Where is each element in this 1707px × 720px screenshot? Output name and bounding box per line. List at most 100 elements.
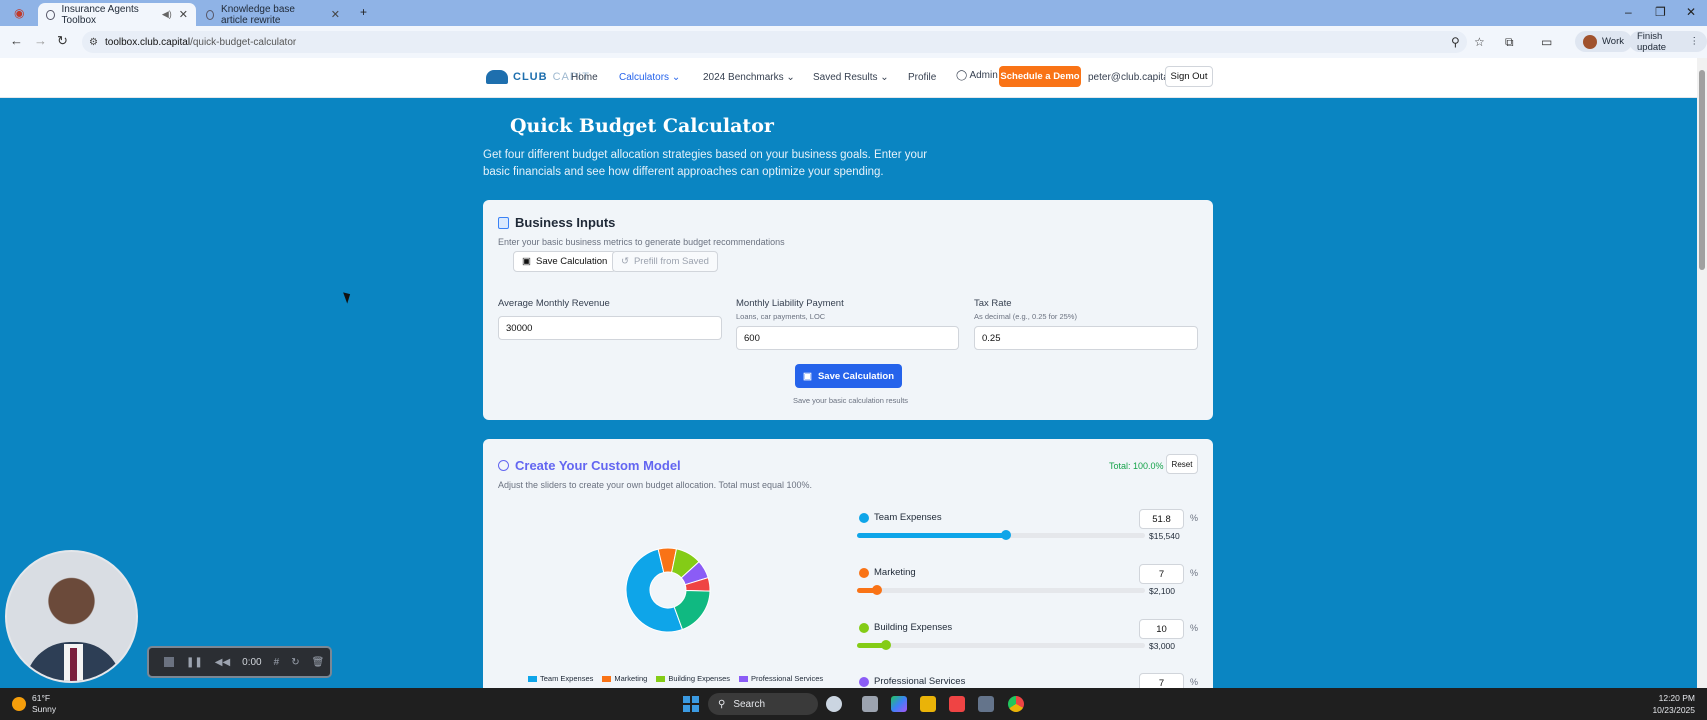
close-tab-icon[interactable]: ✕ [179,8,188,21]
task-app-icon[interactable] [826,696,842,712]
temperature: 61°F [32,693,51,703]
slider-label: Marketing [874,567,916,578]
chart-legend: Team Expenses Marketing Building Expense… [528,674,823,683]
chevron-down-icon: ⌄ [671,72,681,83]
color-dot-icon [859,623,869,633]
tab-insurance-agents[interactable]: Insurance Agents Toolbox ◀) ✕ [38,3,196,26]
percent-input[interactable]: 7 [1139,564,1184,584]
nav-label: 2024 Benchmarks [703,72,784,83]
logo-text: CLUB [513,71,548,83]
taskbar-search[interactable]: ⚲ Search [708,693,818,715]
forward-icon[interactable]: → [34,33,47,48]
tax-rate-hint: As decimal (e.g., 0.25 for 25%) [974,312,1077,321]
card-title-text: Business Inputs [515,215,616,230]
custom-model-title: Create Your Custom Model [498,458,681,473]
page-description: Get four different budget allocation str… [483,149,928,178]
pause-icon[interactable]: ❚❚ [186,657,203,668]
globe-icon [206,9,215,20]
nav-calculators[interactable]: Calculators ⌄ [619,72,680,83]
weather-widget[interactable]: 61°F Sunny [12,693,56,715]
zoom-icon[interactable]: ⚲ [1451,35,1460,49]
chrome-icon[interactable] [1008,696,1024,712]
slider-track[interactable] [857,585,1145,595]
trash-icon[interactable]: 🗑 [312,657,325,668]
sign-out-button[interactable]: Sign Out [1165,66,1213,87]
recording-time: 0:00 [242,656,262,668]
bookmark-star-icon[interactable]: ☆ [1474,35,1485,49]
legend-item: Team Expenses [528,674,593,683]
pie-chart-icon [498,460,509,471]
percent-symbol: % [1190,513,1199,523]
slider-track[interactable] [857,640,1145,650]
tab-title: Insurance Agents Toolbox [61,3,139,26]
profile-label: Work [1602,36,1624,47]
copilot-icon[interactable] [891,696,907,712]
total-percent: Total: 100.0% [1109,461,1164,471]
new-tab-icon[interactable]: + [360,5,367,19]
windows-start-icon[interactable] [683,696,699,712]
button-label: Save Calculation [817,370,894,382]
percent-input[interactable]: 10 [1139,619,1184,639]
business-inputs-subtitle: Enter your basic business metrics to gen… [498,237,785,247]
reload-icon[interactable]: ↻ [57,33,68,49]
slider-thumb[interactable] [1001,530,1012,540]
revenue-input[interactable]: 30000 [498,316,722,340]
rewind-icon[interactable]: ◀◀ [215,657,230,668]
back-icon[interactable]: ← [10,33,23,48]
url-host: toolbox.club.capital [105,36,191,48]
app-icon[interactable] [949,696,965,712]
close-tab-icon[interactable]: ✕ [331,8,340,21]
nav-saved-results[interactable]: Saved Results ⌄ [813,72,889,83]
nav-label: Saved Results [813,72,878,83]
scrollbar-thumb[interactable] [1699,70,1705,270]
webcam-overlay [5,550,138,683]
liability-input[interactable]: 600 [736,326,959,350]
save-calculation-button[interactable]: ▣ Save Calculation [795,364,902,388]
site-settings-icon[interactable]: ⚙ [89,37,98,48]
tax-rate-input[interactable]: 0.25 [974,326,1198,350]
slider-thumb[interactable] [872,585,883,595]
search-icon: ⚲ [718,698,726,710]
save-calculation-button-top[interactable]: ▣ Save Calculation [513,251,617,272]
legend-item: Professional Services [739,674,823,683]
slider-track[interactable] [857,530,1145,540]
prefill-from-saved-button[interactable]: ↺ Prefill from Saved [612,251,718,272]
dollar-amount: $15,540 [1149,531,1180,541]
file-explorer-icon[interactable] [920,696,936,712]
tab-knowledge-base[interactable]: Knowledge base article rewrite ✕ [198,3,348,26]
color-dot-icon [859,513,869,523]
system-clock[interactable]: 12:20 PM 10/23/2025 [1640,692,1695,716]
percent-symbol: % [1190,677,1199,687]
business-inputs-title: Business Inputs [498,215,615,230]
nav-admin[interactable]: ◯ Admin [956,70,998,81]
profile-button[interactable]: Work [1575,31,1632,52]
slider-label: Building Expenses [874,622,953,633]
sun-icon [12,697,26,711]
shield-icon: ◯ [956,70,968,81]
grid-icon[interactable]: # [274,657,280,668]
weather-condition: Sunny [32,704,57,714]
calculator-icon [498,216,509,229]
nav-home[interactable]: Home [571,72,598,83]
finish-update-button[interactable]: Finish update ⋮ [1629,31,1707,53]
recording-controls: ❚❚ ◀◀ 0:00 # ↻ 🗑 [147,646,332,678]
avatar [1583,34,1597,49]
speaker-icon[interactable]: ◀) [162,9,172,20]
close-window-icon[interactable]: ✕ [1686,5,1696,19]
nav-benchmarks[interactable]: 2024 Benchmarks ⌄ [703,72,795,83]
restore-icon[interactable]: ❐ [1655,5,1666,19]
slider-thumb[interactable] [880,640,891,650]
restart-icon[interactable]: ↻ [291,657,299,668]
cast-icon[interactable]: ▭ [1541,35,1552,49]
extensions-icon[interactable]: ⧉ [1505,35,1514,50]
task-view-icon[interactable] [862,696,878,712]
minimize-icon[interactable]: – [1625,5,1632,19]
nav-profile[interactable]: Profile [908,72,936,83]
reset-button[interactable]: Reset [1166,454,1198,474]
calculator-app-icon[interactable] [978,696,994,712]
url-field[interactable]: ⚙ toolbox.club.capital/quick-budget-calc… [82,31,1467,53]
slider-row: Marketing 7% $2,100 [857,564,1199,612]
schedule-demo-button[interactable]: Schedule a Demo [999,66,1081,87]
percent-input[interactable]: 51.8 [1139,509,1184,529]
stop-icon[interactable] [164,657,174,667]
